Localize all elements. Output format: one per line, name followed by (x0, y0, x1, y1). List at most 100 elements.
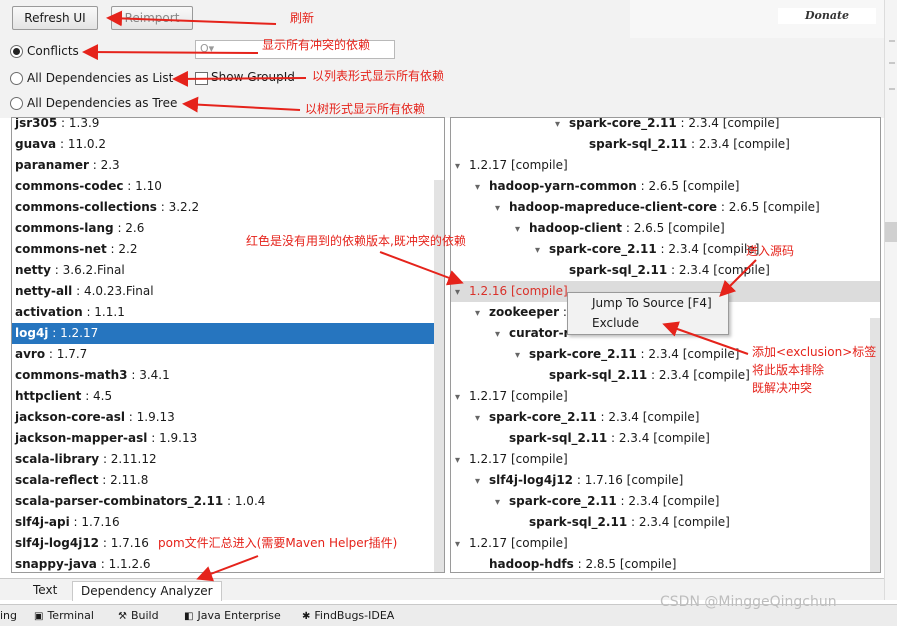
list-item[interactable]: avro : 1.7.7 (12, 344, 444, 365)
tree-node[interactable]: ▾ 1.2.17 [compile] (451, 386, 880, 407)
search-icon: Q▾ (200, 42, 215, 55)
node-text: slf4j-log4j12 : 1.7.16 [compile] (489, 473, 683, 487)
all-list-option[interactable]: All Dependencies as List (10, 69, 173, 87)
artifact-name: spark-sql_2.11 (529, 515, 628, 529)
separator: : (82, 305, 95, 319)
tree-node[interactable]: spark-sql_2.11 : 2.3.4 [compile] (451, 512, 880, 533)
tool-window-terminal[interactable]: ▣ Terminal (34, 609, 94, 622)
list-item[interactable]: scala-library : 2.11.12 (12, 449, 444, 470)
node-text: spark-core_2.11 : 2.3.4 [compile] (569, 118, 779, 130)
list-item[interactable]: commons-codec : 1.10 (12, 176, 444, 197)
show-groupid-checkbox[interactable] (195, 72, 208, 85)
artifact-version: : 2.6.5 [compile] (636, 179, 740, 193)
node-text: 1.2.17 [compile] (469, 389, 568, 403)
tree-node[interactable]: ▾ slf4j-log4j12 : 1.7.16 [compile] (451, 470, 880, 491)
tree-node[interactable]: ▾ hadoop-yarn-common : 2.6.5 [compile] (451, 176, 880, 197)
refresh-ui-button[interactable]: Refresh UI (12, 6, 98, 30)
list-item[interactable]: paranamer : 2.3 (12, 155, 444, 176)
exclude-menu-item[interactable]: Exclude (568, 313, 728, 333)
tool-window-item[interactable]: ing (0, 609, 17, 622)
list-item[interactable]: commons-math3 : 3.4.1 (12, 365, 444, 386)
radio-icon[interactable] (10, 96, 23, 110)
list-item[interactable]: netty : 3.6.2.Final (12, 260, 444, 281)
tree-node[interactable]: ▾ hadoop-client : 2.6.5 [compile] (451, 218, 880, 239)
artifact-name: spark-core_2.11 (529, 347, 637, 361)
list-item[interactable]: scala-reflect : 2.11.8 (12, 470, 444, 491)
tree-node[interactable]: ▾ spark-core_2.11 : 2.3.4 [compile] (451, 407, 880, 428)
radio-icon[interactable] (10, 71, 23, 85)
tree-node[interactable]: spark-sql_2.11 : 2.3.4 [compile] (451, 260, 880, 281)
donate-button[interactable]: Donate (778, 8, 876, 24)
node-text: 1.2.17 [compile] (469, 158, 568, 172)
list-item[interactable]: guava : 11.0.2 (12, 134, 444, 155)
jump-to-source-menu-item[interactable]: Jump To Source [F4] (568, 293, 728, 313)
list-item[interactable]: netty-all : 4.0.23.Final (12, 281, 444, 302)
artifact-name: netty-all (15, 284, 73, 298)
artifact-version: 2.11.12 (110, 452, 157, 466)
tree-node[interactable]: ▾ spark-core_2.11 : 2.3.4 [compile] (451, 491, 880, 512)
tree-node[interactable]: ▾ spark-core_2.11 : 2.3.4 [compile] (451, 239, 880, 260)
list-item[interactable]: snappy-java : 1.1.2.6 (12, 554, 444, 572)
list-item[interactable]: activation : 1.1.1 (12, 302, 444, 323)
chevron-down-icon[interactable]: ▾ (455, 156, 469, 177)
chevron-down-icon[interactable]: ▾ (555, 118, 569, 135)
artifact-name: zookeeper (489, 305, 560, 319)
list-item[interactable]: log4j : 1.2.17 (12, 323, 444, 344)
chevron-down-icon[interactable]: ▾ (475, 471, 489, 492)
tree-node[interactable]: spark-sql_2.11 : 2.3.4 [compile] (451, 428, 880, 449)
artifact-name: spark-core_2.11 (549, 242, 657, 256)
chevron-down-icon[interactable]: ▾ (535, 240, 549, 261)
tree-node[interactable]: hadoop-hdfs : 2.8.5 [compile] (451, 554, 880, 572)
chevron-down-icon[interactable]: ▾ (455, 450, 469, 471)
list-item[interactable]: jsr305 : 1.3.9 (12, 118, 444, 134)
tree-node[interactable]: ▾ 1.2.17 [compile] (451, 155, 880, 176)
all-tree-option[interactable]: All Dependencies as Tree (10, 94, 177, 112)
tree-node[interactable]: spark-sql_2.11 : 2.3.4 [compile] (451, 134, 880, 155)
chevron-down-icon[interactable]: ▾ (495, 198, 509, 219)
annotation-red-note: 红色是没有用到的依赖版本,既冲突的依赖 (246, 234, 466, 248)
tool-window-findbugs[interactable]: ✱ FindBugs-IDEA (302, 609, 394, 622)
tree-node[interactable]: ▾ 1.2.17 [compile] (451, 533, 880, 554)
conflicts-option[interactable]: Conflicts (10, 42, 79, 60)
bug-icon: ✱ (302, 611, 311, 622)
node-text: hadoop-yarn-common : 2.6.5 [compile] (489, 179, 740, 193)
list-item[interactable]: slf4j-api : 1.7.16 (12, 512, 444, 533)
separator: : (45, 347, 57, 361)
artifact-version: : 2.6.5 [compile] (717, 200, 820, 214)
chevron-down-icon[interactable]: ▾ (455, 387, 469, 408)
chevron-down-icon[interactable]: ▾ (455, 282, 469, 303)
artifact-version: : 1.7.16 [compile] (573, 473, 684, 487)
chevron-down-icon[interactable]: ▾ (515, 345, 529, 366)
chevron-down-icon[interactable]: ▾ (495, 492, 509, 513)
tree-node[interactable]: ▾ hadoop-mapreduce-client-core : 2.6.5 [c… (451, 197, 880, 218)
artifact-version: : 2.3.4 [compile] (667, 263, 770, 277)
gutter-mark (889, 40, 895, 42)
conflict-list[interactable]: jsr305 : 1.3.9 guava : 11.0.2 paranamer : … (11, 117, 445, 573)
tool-window-java-enterprise[interactable]: ◧ Java Enterprise (184, 609, 281, 622)
tab-dependency-analyzer[interactable]: Dependency Analyzer (72, 581, 222, 601)
tree-node[interactable]: ▾ 1.2.17 [compile] (451, 449, 880, 470)
chevron-down-icon[interactable]: ▾ (495, 324, 509, 345)
chevron-down-icon[interactable]: ▾ (475, 177, 489, 198)
list-item[interactable]: scala-parser-combinators_2.11 : 1.0.4 (12, 491, 444, 512)
list-item[interactable]: jackson-mapper-asl : 1.9.13 (12, 428, 444, 449)
artifact-version: 2.11.8 (110, 473, 149, 487)
chevron-down-icon[interactable]: ▾ (515, 219, 529, 240)
gutter-mark (889, 88, 895, 90)
annotation-source: 进入源码 (746, 244, 795, 258)
reimport-button[interactable]: Reimport (111, 6, 193, 30)
tree-node[interactable]: ▾ spark-core_2.11 : 2.3.4 [compile] (451, 118, 880, 135)
chevron-down-icon[interactable]: ▾ (475, 303, 489, 324)
separator: : (147, 431, 160, 445)
list-item[interactable]: httpclient : 4.5 (12, 386, 444, 407)
radio-selected-icon[interactable] (10, 44, 23, 58)
list-item[interactable]: jackson-core-asl : 1.9.13 (12, 407, 444, 428)
chevron-down-icon[interactable]: ▾ (475, 408, 489, 429)
artifact-version: : 2.3.4 [compile] (596, 410, 700, 424)
artifact-version: 11.0.2 (67, 137, 106, 151)
list-item[interactable]: commons-collections : 3.2.2 (12, 197, 444, 218)
tab-text[interactable]: Text (25, 581, 65, 601)
artifact-name: httpclient (15, 389, 82, 403)
tool-window-build[interactable]: ⚒ Build (118, 609, 159, 622)
chevron-down-icon[interactable]: ▾ (455, 534, 469, 555)
